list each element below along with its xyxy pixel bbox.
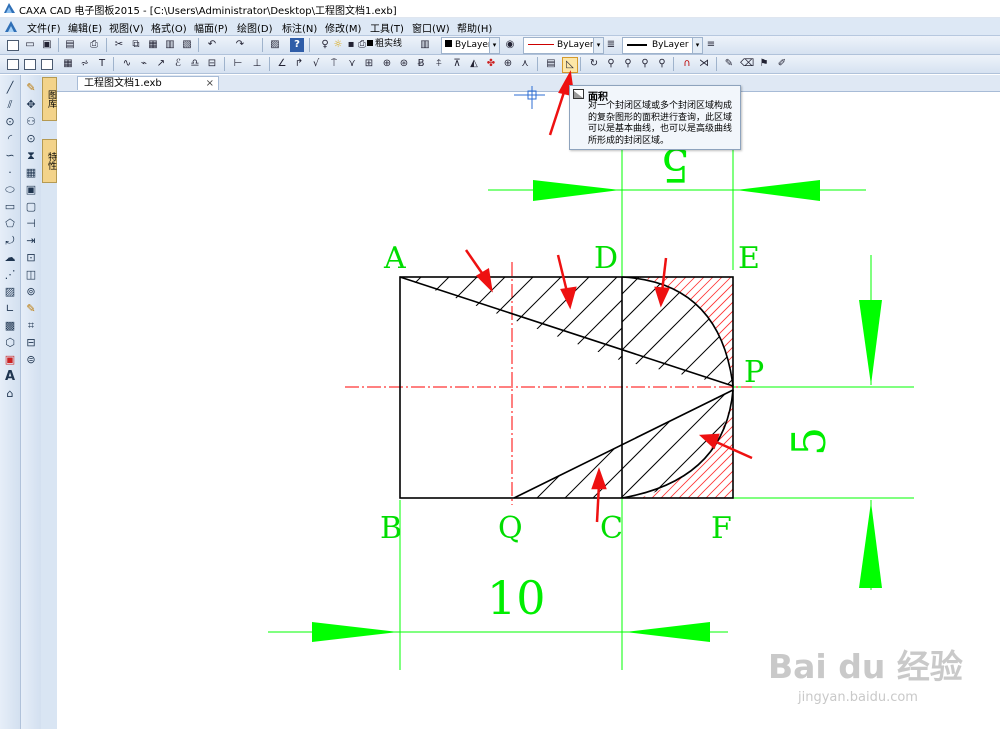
baidu-watermark: Bai du 经验 jingyan.baidu.com [760, 636, 1000, 729]
dim-arrow-top-right [736, 180, 820, 201]
label-a: A [383, 241, 406, 276]
dim-arrow-top-left [533, 180, 620, 201]
hatch-red-top [636, 277, 733, 386]
hatch-black-bottom [514, 390, 733, 498]
center-lines [345, 262, 752, 505]
dim-arrow-bottom-left [312, 622, 398, 642]
area-tooltip: 面积 对一个封闭区域或多个封闭区域构成的复杂图形的面积进行查询，此区域可以是基本… [569, 85, 741, 150]
dim-arrow-right-bottom [859, 502, 882, 588]
dim-arrow-bottom-right [625, 622, 710, 642]
point-labels: A D E P B Q C F [380, 241, 764, 546]
label-q: Q [498, 511, 523, 546]
annotation-arrow-top-3 [654, 257, 670, 308]
annotation-arrow-top-2 [556, 254, 577, 310]
watermark-sub: jingyan.baidu.com [798, 690, 918, 705]
annotation-arrow-right [698, 433, 753, 460]
tooltip-body: 对一个封闭区域或多个封闭区域构成的复杂图形的面积进行查询，此区域可以是基本曲线，… [588, 101, 733, 146]
annotation-arrow-top-1 [464, 249, 493, 293]
label-d: D [594, 241, 618, 276]
label-c: C [600, 511, 623, 546]
drawing-svg: A D E P B Q C F 10 5 5 [268, 70, 914, 670]
dim-arrow-right-top [859, 300, 882, 385]
label-p: P [744, 355, 764, 390]
dim-value-bottom: 10 [487, 571, 546, 625]
dimension-values: 10 5 5 [487, 138, 836, 625]
label-b: B [380, 511, 402, 546]
area-tooltip-icon [573, 89, 584, 99]
watermark-main: Bai du 经验 [768, 647, 963, 686]
dim-value-right: 5 [782, 427, 836, 456]
crosshair-cursor [514, 86, 545, 109]
hatch-black-top [400, 277, 622, 361]
label-e: E [738, 241, 760, 276]
label-f: F [711, 511, 732, 546]
